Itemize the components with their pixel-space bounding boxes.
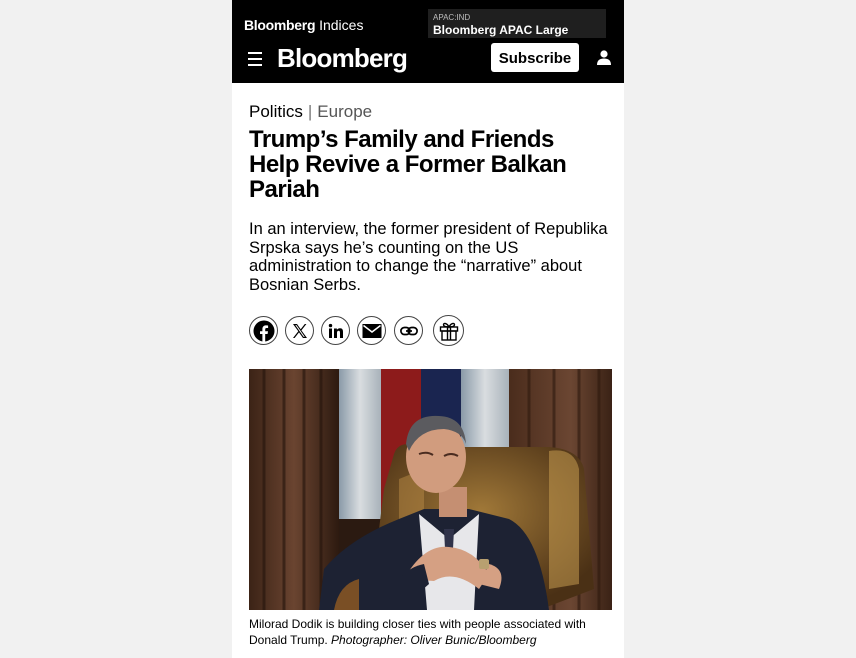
link-icon	[399, 326, 418, 335]
breadcrumb-separator: |	[307, 102, 313, 121]
email-icon	[362, 323, 381, 338]
breadcrumb: Politics | Europe	[249, 101, 372, 123]
facebook-icon	[253, 320, 274, 342]
x-icon	[292, 323, 307, 338]
article-headline: Trump’s Family and Friends Help Revive a…	[249, 126, 567, 203]
share-facebook-button[interactable]	[249, 316, 278, 345]
user-icon[interactable]	[597, 50, 611, 65]
ticker-code: APAC:IND	[433, 13, 471, 22]
linkedin-icon	[328, 323, 343, 338]
ticker-name: Bloomberg APAC Large	[433, 23, 569, 37]
share-linkedin-button[interactable]	[321, 316, 350, 345]
article-dek: In an interview, the former president of…	[249, 220, 608, 294]
menu-icon[interactable]	[248, 52, 262, 66]
ticker-card[interactable]: APAC:IND Bloomberg APAC Large	[428, 9, 606, 38]
photo-credit: Photographer: Oliver Bunic/Bloomberg	[331, 632, 537, 647]
portrait-illustration	[249, 369, 612, 610]
category-link[interactable]: Politics	[249, 102, 303, 121]
bloomberg-logo[interactable]: Bloomberg	[277, 42, 408, 74]
ticker-bar: Bloomberg Indices APAC:IND Bloomberg APA…	[232, 0, 624, 38]
article-page: Bloomberg Indices APAC:IND Bloomberg APA…	[232, 0, 624, 658]
photo-caption: Milorad Dodik is building closer ties wi…	[249, 617, 611, 648]
gift-article-button[interactable]	[433, 315, 464, 346]
share-email-button[interactable]	[357, 316, 386, 345]
ticker-brand[interactable]: Bloomberg Indices	[244, 16, 363, 34]
article-photo	[249, 369, 612, 610]
subscribe-button[interactable]: Subscribe	[491, 43, 579, 72]
share-x-button[interactable]	[285, 316, 314, 345]
subcategory-link[interactable]: Europe	[317, 102, 372, 121]
site-header: Bloomberg Subscribe	[232, 38, 624, 83]
gift-icon	[439, 322, 458, 341]
copy-link-button[interactable]	[394, 316, 423, 345]
